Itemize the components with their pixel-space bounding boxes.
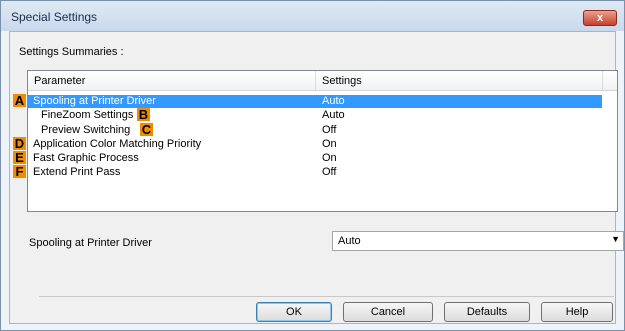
list-row-preview-switching[interactable]: Preview Switching Off — [28, 124, 602, 137]
list-row-fast-graphic[interactable]: Fast Graphic Process On — [28, 152, 602, 165]
row-parameter: Spooling at Printer Driver — [33, 95, 156, 107]
ok-button[interactable]: OK — [256, 302, 332, 322]
column-separator — [315, 71, 316, 90]
title-bar: Special Settings x — [1, 1, 624, 31]
callout-marker-b: B — [137, 107, 150, 122]
callout-marker-f: F — [13, 165, 26, 178]
close-button[interactable]: x — [583, 10, 617, 26]
column-header-parameter[interactable]: Parameter — [34, 75, 85, 87]
dialog-body: Settings Summaries : Parameter Settings … — [9, 31, 624, 324]
row-setting: Auto — [322, 95, 345, 107]
column-separator — [602, 71, 603, 90]
dialog-title: Special Settings — [11, 10, 98, 24]
row-setting: On — [322, 152, 337, 164]
callout-marker-e: E — [13, 151, 26, 164]
row-setting: Auto — [322, 109, 345, 121]
defaults-button[interactable]: Defaults — [444, 302, 530, 322]
row-setting: Off — [322, 124, 337, 136]
row-setting: Off — [322, 166, 337, 178]
settings-summary-list[interactable]: Parameter Settings Spooling at Printer D… — [27, 70, 618, 212]
detail-setting-dropdown[interactable]: Auto ▼ — [332, 231, 624, 251]
detail-setting-label: Spooling at Printer Driver — [29, 237, 152, 249]
special-settings-dialog: Special Settings x Settings Summaries : … — [0, 0, 625, 331]
close-icon: x — [596, 12, 604, 24]
row-parameter: FineZoom Settings — [41, 109, 134, 121]
cancel-button[interactable]: Cancel — [343, 302, 433, 322]
row-parameter: Extend Print Pass — [33, 166, 121, 178]
dropdown-arrow-icon[interactable]: ▼ — [611, 234, 620, 244]
list-row-finezoom[interactable]: FineZoom Settings Auto — [28, 109, 602, 122]
list-row-extend-print-pass[interactable]: Extend Print Pass Off — [28, 166, 602, 179]
row-parameter: Preview Switching — [41, 124, 131, 136]
row-parameter: Fast Graphic Process — [33, 152, 139, 164]
column-header-settings[interactable]: Settings — [322, 75, 362, 87]
list-header: Parameter Settings — [28, 71, 617, 91]
button-divider — [39, 296, 614, 297]
row-parameter: Application Color Matching Priority — [33, 138, 202, 150]
callout-marker-a: A — [13, 93, 26, 108]
help-button[interactable]: Help — [541, 302, 613, 322]
callout-marker-c: C — [140, 122, 153, 137]
dropdown-value: Auto — [338, 235, 361, 247]
list-row-color-matching[interactable]: Application Color Matching Priority On — [28, 138, 602, 151]
row-setting: On — [322, 138, 337, 150]
settings-summaries-label: Settings Summaries : — [19, 46, 124, 58]
callout-marker-d: D — [13, 136, 26, 151]
list-row-spooling[interactable]: Spooling at Printer Driver Auto — [28, 95, 602, 108]
